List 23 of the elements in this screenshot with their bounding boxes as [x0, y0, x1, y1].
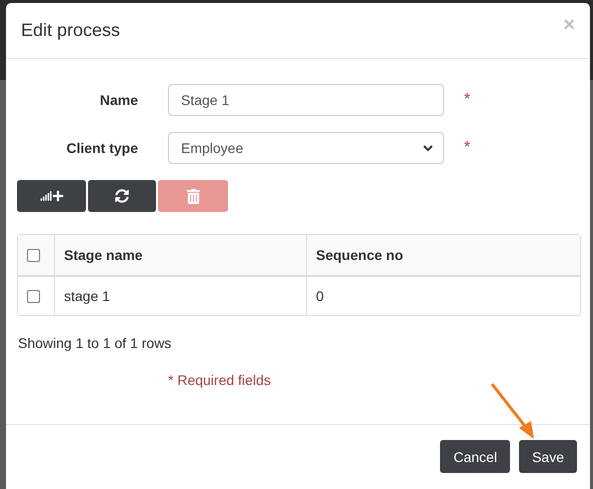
required-mark: * — [463, 139, 472, 157]
cancel-button[interactable]: Cancel — [440, 440, 510, 473]
chevron-icon — [423, 144, 433, 152]
name-field[interactable]: Stage 1 — [168, 84, 444, 116]
bars-plus-icon — [40, 190, 64, 202]
client-type-select[interactable]: Employee — [168, 132, 444, 164]
pagination-info: Showing 1 to 1 of 1 rows — [18, 335, 172, 351]
save-button[interactable]: Save — [519, 440, 577, 473]
checkbox[interactable] — [27, 248, 40, 262]
checkbox[interactable] — [27, 290, 40, 302]
table-cell: stage 1 — [54, 277, 306, 315]
column-header: Stage name — [54, 235, 306, 275]
refresh-icon — [115, 189, 129, 203]
trash-icon — [186, 188, 200, 204]
refresh-button[interactable] — [88, 180, 156, 212]
column-header: Sequence no — [306, 235, 580, 275]
field-label: Client type — [65, 140, 139, 156]
dialog-title: Edit process — [21, 20, 120, 41]
field-label: Name — [98, 92, 139, 108]
table-cell: 0 — [306, 277, 580, 315]
add-button[interactable] — [17, 180, 86, 212]
required-note: * Required fields — [168, 372, 272, 388]
required-mark: * — [463, 91, 472, 109]
